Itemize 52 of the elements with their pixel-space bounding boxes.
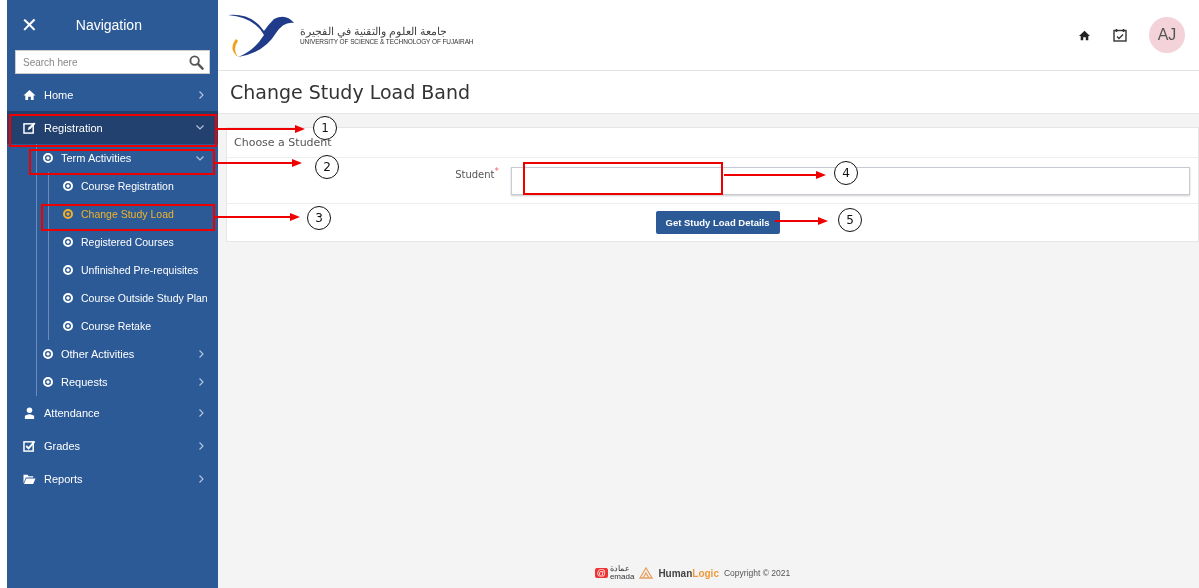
edit-icon [23, 121, 36, 134]
menu-item[interactable]: Course Registration [49, 172, 218, 200]
radio-icon [63, 265, 73, 275]
radio-icon [63, 293, 73, 303]
radio-icon [43, 153, 53, 163]
field-label: Student$^{*}$ [455, 166, 499, 181]
home-icon[interactable] [1078, 29, 1091, 41]
menu-item[interactable]: Requests [37, 368, 218, 396]
folder-icon [23, 472, 36, 485]
radio-icon [63, 209, 73, 219]
page-title: Change Study Load Band [230, 81, 471, 103]
university-name-arabic: جامعة العلوم والتقنية في الفجيرة [300, 25, 449, 38]
radio-icon [63, 321, 73, 331]
callout-arrow [775, 216, 828, 226]
menu-item[interactable]: Change Study Load [49, 200, 218, 228]
calendar-icon[interactable] [1113, 28, 1127, 42]
chevron-right-icon [199, 90, 204, 99]
chevron-down-icon [196, 155, 204, 161]
chevron-right-icon [199, 378, 204, 386]
copyright-text: Copyright © 2021 [723, 568, 791, 578]
home-icon [23, 88, 36, 101]
menu-item[interactable]: Term Activities [37, 144, 218, 172]
avatar[interactable]: AJ [1149, 17, 1185, 53]
chevron-right-icon [199, 474, 204, 483]
student-input-field[interactable] [511, 166, 1190, 195]
radio-icon [43, 377, 53, 387]
radio-icon [63, 237, 73, 247]
get-details-button[interactable]: Get Study Load Details [655, 211, 780, 234]
menu-item[interactable]: Other Activities [37, 340, 218, 368]
menu-item[interactable]: Home [7, 78, 218, 111]
mountain-logo-icon [639, 567, 654, 579]
humanlogic-logo: HumanLogic [658, 567, 719, 579]
menu-item[interactable]: Unfinished Pre-requisites [49, 256, 218, 284]
menu-item[interactable]: Course Outside Study Plan [49, 284, 218, 312]
menu-item[interactable]: Registered Courses [49, 228, 218, 256]
chevron-right-icon [199, 408, 204, 417]
search-field[interactable]: Search here [15, 50, 210, 74]
menu-item[interactable]: Grades [7, 429, 218, 462]
menu-item[interactable]: Course Retake [49, 312, 218, 340]
search-icon [189, 55, 204, 70]
check-icon [23, 439, 36, 452]
sidebar-title: Navigation [75, 17, 142, 33]
chevron-right-icon [199, 350, 204, 358]
chevron-right-icon [199, 441, 204, 450]
menu-item[interactable]: Reports [7, 462, 218, 495]
menu-item[interactable]: Registration [7, 111, 218, 144]
user-icon [23, 406, 36, 419]
radio-icon [43, 349, 53, 359]
radio-icon [63, 181, 73, 191]
menu-item[interactable]: Attendance [7, 396, 218, 429]
close-icon[interactable]: ✕ [21, 15, 38, 35]
chevron-down-icon [196, 125, 204, 130]
